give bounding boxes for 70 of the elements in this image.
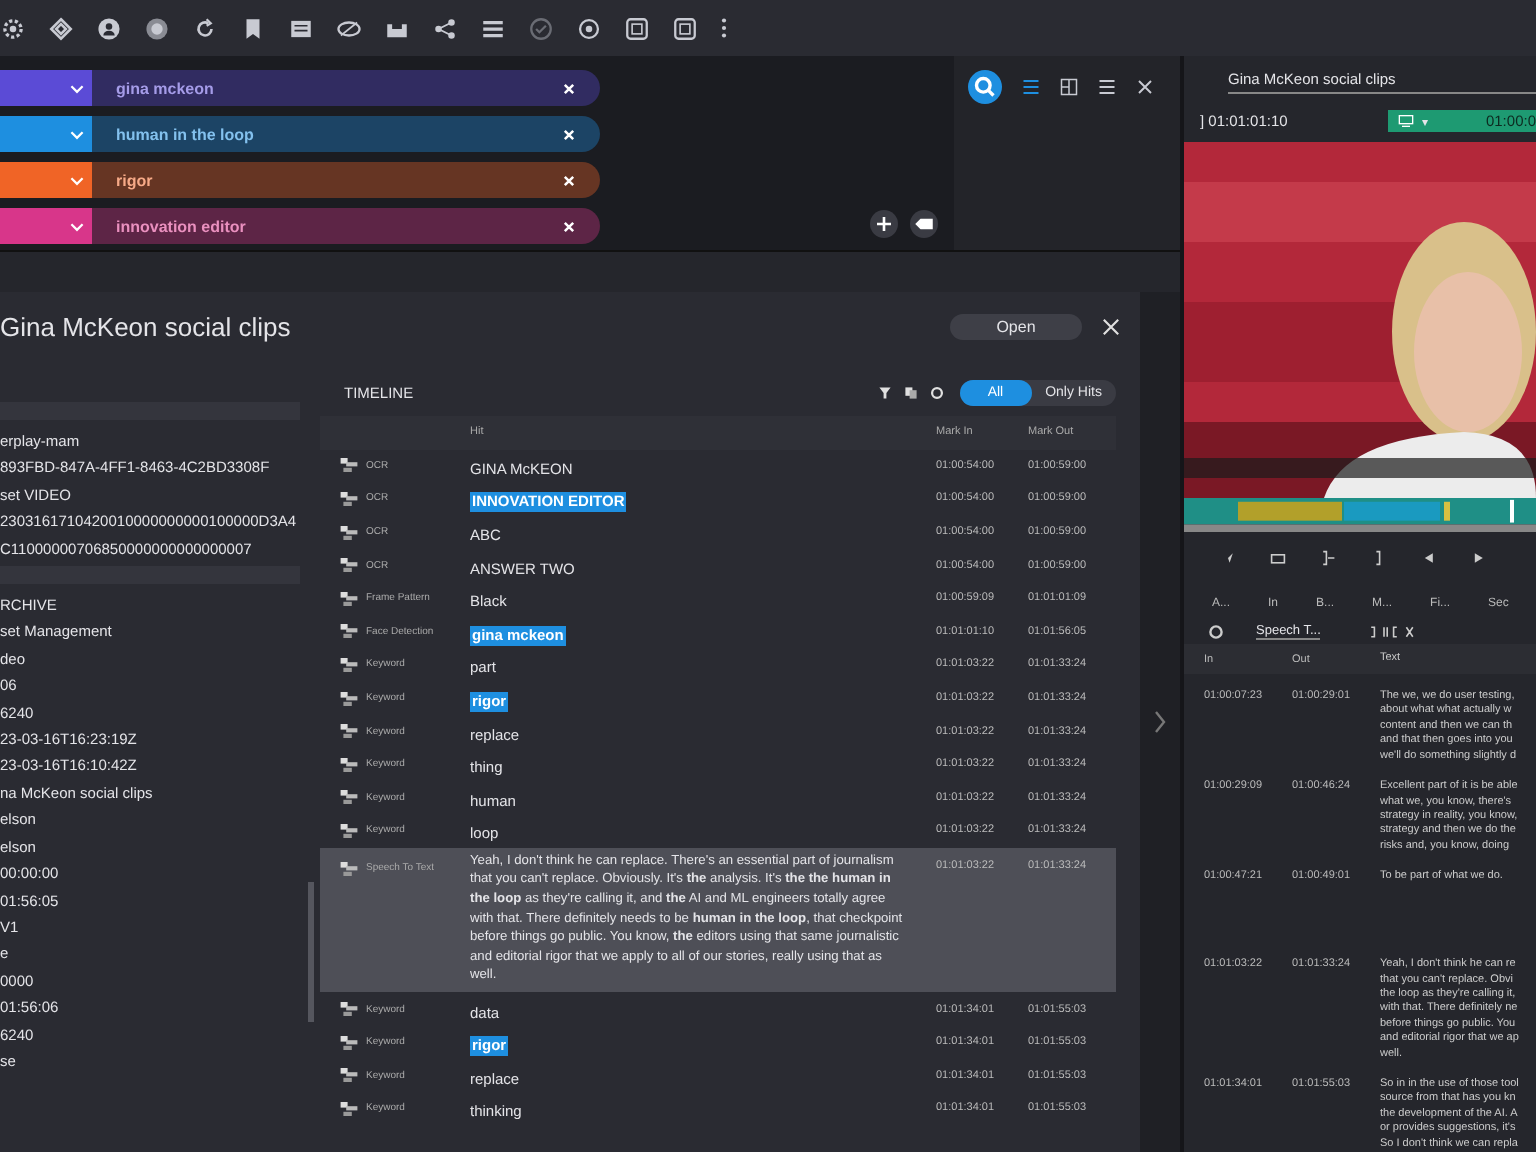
rewind-icon[interactable] xyxy=(1420,549,1436,566)
user-icon[interactable] xyxy=(96,15,122,41)
chevron-down-icon xyxy=(70,83,84,93)
monitor-icon xyxy=(1397,114,1414,129)
track-icon xyxy=(340,757,358,772)
diamond-icon[interactable] xyxy=(48,15,74,41)
target-icon[interactable] xyxy=(576,15,602,41)
close-icon[interactable] xyxy=(1102,318,1120,336)
chevron-down-icon xyxy=(70,221,84,231)
document-icon[interactable] xyxy=(288,15,314,41)
circle-icon[interactable] xyxy=(1208,623,1224,640)
refresh-icon[interactable] xyxy=(192,15,218,41)
track-icon xyxy=(340,1002,358,1017)
frame-icon[interactable] xyxy=(1270,549,1286,566)
search-icon[interactable] xyxy=(968,70,1002,104)
track-icon xyxy=(340,491,358,506)
close-icon[interactable] xyxy=(1136,78,1154,96)
tag-color-strip[interactable] xyxy=(0,116,92,152)
open-button[interactable]: Open xyxy=(950,314,1082,340)
chevron-down-icon xyxy=(70,129,84,139)
box-icon[interactable] xyxy=(624,15,650,41)
disc-icon[interactable] xyxy=(144,15,170,41)
chevron-down-icon xyxy=(70,175,84,185)
box-icon[interactable] xyxy=(672,15,698,41)
gear-icon[interactable] xyxy=(0,15,26,41)
track-icon xyxy=(340,790,358,805)
track-icon xyxy=(340,861,358,876)
track-icon xyxy=(340,525,358,540)
track-icon xyxy=(340,823,358,838)
bracket-icon[interactable] xyxy=(1370,549,1386,566)
clip-timeline-bar[interactable] xyxy=(1184,497,1536,532)
track-icon xyxy=(340,724,358,739)
list-icon[interactable] xyxy=(1022,78,1040,96)
sliders-icon[interactable] xyxy=(480,15,506,41)
tag-label: rigor xyxy=(114,171,155,189)
scrollbar[interactable] xyxy=(308,882,314,1022)
search-tag[interactable]: human in the loop xyxy=(0,116,600,152)
tag-color-strip[interactable] xyxy=(0,208,92,244)
track-icon xyxy=(340,657,358,672)
backspace-icon[interactable] xyxy=(910,210,938,238)
table-row[interactable] xyxy=(320,847,1116,993)
track-icon xyxy=(340,1068,358,1083)
chevron-right-icon[interactable] xyxy=(1154,710,1166,734)
tag-label: gina mckeon xyxy=(114,79,216,97)
mark-in-icon[interactable] xyxy=(1320,549,1336,566)
track-icon xyxy=(340,1101,358,1116)
copy-icon[interactable] xyxy=(903,385,918,399)
circle-icon[interactable] xyxy=(929,385,944,399)
search-tag[interactable]: gina mckeon xyxy=(0,70,600,106)
search-tag[interactable]: innovation editor xyxy=(0,208,600,244)
more-icon[interactable] xyxy=(720,16,728,40)
check-circle-icon[interactable] xyxy=(528,15,554,41)
tag-label: human in the loop xyxy=(114,125,256,143)
columns-icon[interactable] xyxy=(1060,78,1078,96)
play-icon[interactable] xyxy=(1470,549,1486,566)
filter-icon[interactable] xyxy=(877,385,892,399)
share-icon[interactable] xyxy=(432,15,458,41)
tag-color-strip[interactable] xyxy=(0,70,92,106)
track-icon xyxy=(340,691,358,706)
search-tag[interactable]: rigor xyxy=(0,162,600,198)
track-icon xyxy=(340,1035,358,1050)
menu-icon[interactable] xyxy=(1098,78,1116,96)
dialog-title: Gina McKeon social clips xyxy=(0,312,293,342)
track-icon xyxy=(340,558,358,573)
tag-label: innovation editor xyxy=(114,217,248,235)
track-icon xyxy=(340,591,358,606)
add-icon[interactable] xyxy=(870,210,898,238)
track-icon xyxy=(340,624,358,639)
tag-color-strip[interactable] xyxy=(0,162,92,198)
track-icon xyxy=(340,458,358,473)
